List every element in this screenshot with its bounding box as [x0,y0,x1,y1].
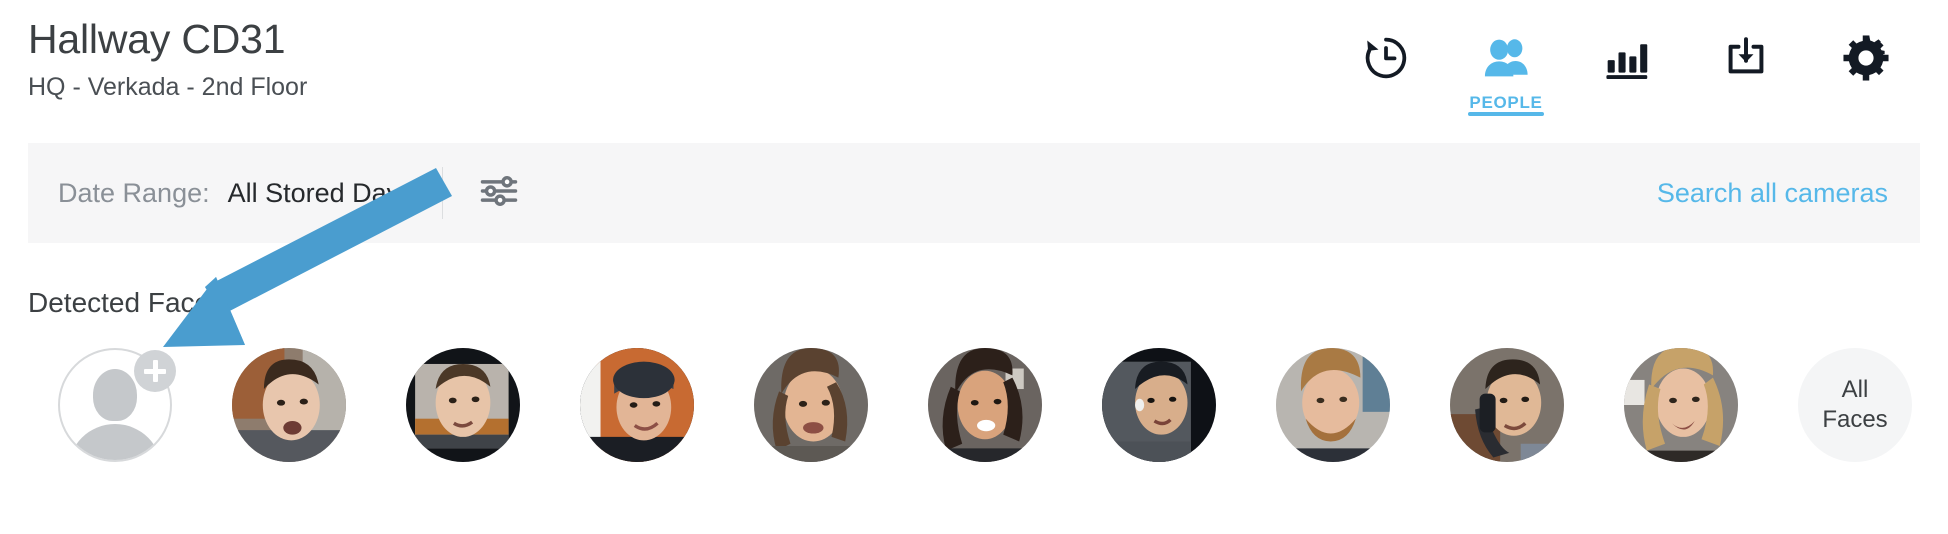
face-slot-7[interactable] [1246,348,1420,462]
face-thumbnail[interactable] [1102,348,1216,462]
nav-item-people[interactable]: PEOPLE [1446,12,1566,122]
filter-settings-button[interactable] [471,165,527,221]
gear-icon [1840,34,1892,82]
face-thumbnail[interactable] [580,348,694,462]
nav-item-history[interactable] [1326,12,1446,122]
plus-icon[interactable] [134,350,176,392]
add-person-icon[interactable] [58,348,176,462]
silhouette-head [93,369,137,421]
filter-divider [441,167,443,219]
nav-item-analytics[interactable] [1566,12,1686,122]
all-faces-slot[interactable]: All Faces [1768,348,1942,462]
all-faces-label-line2: Faces [1822,406,1888,433]
face-slot-3[interactable] [550,348,724,462]
download-icon [1721,34,1771,82]
filter-bar: Date Range: All Stored Days Search all c… [28,143,1920,243]
face-slot-4[interactable] [724,348,898,462]
history-clock-icon [1361,34,1411,82]
title-block: Hallway CD31 HQ - Verkada - 2nd Floor [28,14,307,104]
face-slot-5[interactable] [898,348,1072,462]
face-thumbnail[interactable] [928,348,1042,462]
people-icon [1479,34,1533,82]
page-title: Hallway CD31 [28,16,286,62]
camera-people-page: Hallway CD31 HQ - Verkada - 2nd Floor PE… [0,0,1948,534]
face-thumbnail[interactable] [1276,348,1390,462]
detected-faces-row: All Faces [28,348,1942,462]
all-faces-label-line1: All [1841,376,1869,403]
silhouette-body [68,424,162,460]
plus-bar-vertical [152,360,158,382]
date-range-label: Date Range: [58,177,210,208]
face-thumbnail[interactable] [754,348,868,462]
bar-chart-icon [1601,34,1651,82]
face-slot-6[interactable] [1072,348,1246,462]
nav-item-people-label: PEOPLE [1469,93,1543,112]
face-thumbnail[interactable] [1624,348,1738,462]
face-slot-8[interactable] [1420,348,1594,462]
header-nav: PEOPLE [1326,12,1926,122]
nav-item-download[interactable] [1686,12,1806,122]
active-tab-underline [1468,112,1544,116]
nav-item-settings[interactable] [1806,12,1926,122]
face-thumbnail[interactable] [232,348,346,462]
face-slot-2[interactable] [376,348,550,462]
sliders-filter-icon [477,169,521,218]
search-all-cameras-link[interactable]: Search all cameras [1657,178,1888,209]
date-range-value[interactable]: All Stored Days [228,178,414,209]
add-face-slot[interactable] [28,348,202,462]
page-header: Hallway CD31 HQ - Verkada - 2nd Floor PE… [0,0,1948,140]
face-slot-9[interactable] [1594,348,1768,462]
face-thumbnail[interactable] [1450,348,1564,462]
all-faces-button[interactable]: All Faces [1798,348,1912,462]
face-slot-1[interactable] [202,348,376,462]
face-thumbnail[interactable] [406,348,520,462]
page-subtitle: HQ - Verkada - 2nd Floor [28,73,308,101]
detected-faces-title: Detected Faces [28,287,225,318]
